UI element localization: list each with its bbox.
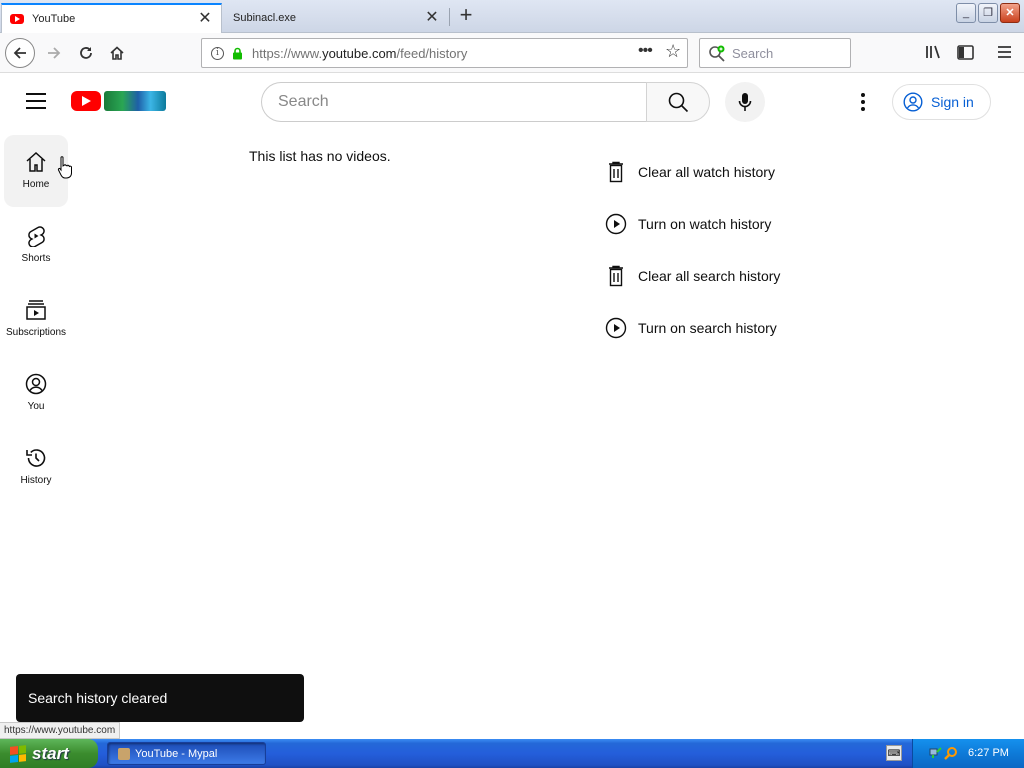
turn-on-watch-history-button[interactable]: Turn on watch history bbox=[604, 210, 771, 238]
youtube-search-box[interactable]: Search bbox=[261, 82, 647, 122]
guide-item-label: History bbox=[20, 475, 52, 486]
clear-watch-history-button[interactable]: Clear all watch history bbox=[604, 158, 775, 186]
url-text[interactable]: https://www.youtube.com/feed/history bbox=[252, 46, 467, 61]
sign-in-label: Sign in bbox=[931, 94, 974, 110]
hand-cursor-icon bbox=[57, 156, 72, 179]
history-icon bbox=[26, 449, 46, 467]
taskbar-window-label: YouTube - Mypal bbox=[135, 747, 218, 760]
tab-label: Subinacl.exe bbox=[233, 12, 296, 24]
search-tray-icon[interactable] bbox=[944, 746, 958, 760]
guide-item-shorts[interactable]: Shorts bbox=[4, 209, 68, 281]
toast-notification: Search history cleared bbox=[16, 674, 304, 722]
mypal-app-icon bbox=[118, 747, 130, 760]
bookmark-star-icon[interactable]: ☆ bbox=[665, 41, 681, 62]
url-domain: youtube.com bbox=[322, 46, 397, 61]
youtube-doodle-logo[interactable] bbox=[104, 91, 166, 111]
reload-icon bbox=[80, 47, 92, 59]
browser-tab-strip: YouTube ✕ Subinacl.exe ✕ + _ ❐ ✕ bbox=[0, 0, 1024, 33]
trash-icon bbox=[609, 265, 623, 287]
guide-item-history[interactable]: History bbox=[4, 431, 68, 503]
settings-kebab-icon[interactable] bbox=[855, 90, 871, 114]
close-tab-icon[interactable]: ✕ bbox=[422, 10, 442, 26]
reload-button[interactable] bbox=[72, 39, 100, 67]
page-actions-more-icon[interactable]: ••• bbox=[638, 42, 653, 60]
url-path: /feed/history bbox=[396, 46, 468, 61]
sidebar-toggle-icon[interactable] bbox=[957, 45, 974, 60]
action-label: Clear all search history bbox=[638, 268, 781, 284]
youtube-logo-icon[interactable] bbox=[71, 91, 101, 111]
sign-in-button[interactable]: Sign in bbox=[892, 84, 991, 120]
guide-item-label: You bbox=[27, 401, 45, 412]
guide-item-subscriptions[interactable]: Subscriptions bbox=[4, 283, 68, 355]
browser-search-bar[interactable]: Search bbox=[699, 38, 851, 68]
home-icon bbox=[26, 151, 46, 172]
start-button[interactable]: start bbox=[0, 739, 98, 768]
search-icon bbox=[668, 92, 689, 113]
window-close-button[interactable]: ✕ bbox=[1000, 3, 1020, 23]
trash-icon bbox=[609, 161, 623, 183]
forward-button[interactable] bbox=[40, 39, 68, 67]
home-icon bbox=[110, 46, 124, 60]
search-engine-icon[interactable] bbox=[708, 45, 726, 63]
url-prefix: https://www. bbox=[252, 46, 323, 61]
network-tray-icon[interactable] bbox=[929, 746, 943, 760]
navigation-toolbar: i https://www.youtube.com/feed/history •… bbox=[0, 33, 1024, 73]
tab-separator bbox=[449, 8, 450, 26]
tab-label: YouTube bbox=[32, 13, 76, 25]
play-circle-icon bbox=[605, 213, 627, 235]
home-button[interactable] bbox=[103, 39, 131, 67]
play-circle-icon bbox=[605, 317, 627, 339]
link-status-text: https://www.youtube.com bbox=[0, 722, 121, 739]
youtube-search-input[interactable]: Search bbox=[278, 93, 329, 111]
youtube-search-button[interactable] bbox=[646, 82, 710, 122]
guide-item-label: Shorts bbox=[21, 253, 51, 264]
guide-item-you[interactable]: You bbox=[4, 357, 68, 429]
account-circle-icon bbox=[903, 92, 923, 112]
clear-search-history-button[interactable]: Clear all search history bbox=[604, 262, 780, 290]
forward-arrow-icon bbox=[48, 47, 61, 59]
start-label: start bbox=[32, 743, 69, 763]
youtube-favicon-icon bbox=[10, 14, 24, 24]
system-tray: 6:27 PM bbox=[912, 739, 1024, 768]
lock-icon[interactable] bbox=[232, 47, 243, 60]
url-bar[interactable]: i https://www.youtube.com/feed/history •… bbox=[201, 38, 688, 68]
taskbar-window-button[interactable]: YouTube - Mypal bbox=[107, 742, 266, 765]
you-icon bbox=[25, 373, 47, 395]
turn-on-search-history-button[interactable]: Turn on search history bbox=[604, 314, 777, 342]
new-tab-plus-icon[interactable]: + bbox=[455, 4, 477, 28]
empty-list-message: This list has no videos. bbox=[249, 148, 391, 164]
tab-subinacl[interactable]: Subinacl.exe ✕ bbox=[224, 3, 448, 33]
keyboard-language-icon[interactable]: ⌨ bbox=[886, 745, 902, 761]
back-arrow-icon bbox=[13, 47, 26, 59]
window-restore-button[interactable]: ❐ bbox=[978, 3, 998, 23]
guide-item-label: Subscriptions bbox=[5, 327, 67, 338]
action-label: Turn on search history bbox=[638, 320, 777, 336]
browser-search-placeholder: Search bbox=[732, 46, 774, 61]
hamburger-menu-icon[interactable] bbox=[997, 45, 1012, 59]
shorts-icon bbox=[28, 226, 45, 247]
library-icon[interactable] bbox=[925, 44, 943, 60]
action-label: Turn on watch history bbox=[638, 216, 772, 232]
guide-menu-icon[interactable] bbox=[26, 93, 46, 109]
tab-youtube[interactable]: YouTube ✕ bbox=[1, 3, 222, 33]
voice-search-button[interactable] bbox=[725, 82, 765, 122]
subscriptions-icon bbox=[26, 300, 46, 320]
microphone-icon bbox=[738, 93, 752, 111]
guide-item-label: Home bbox=[22, 179, 50, 190]
close-tab-icon[interactable]: ✕ bbox=[195, 11, 215, 27]
window-minimize-button[interactable]: _ bbox=[956, 3, 976, 23]
system-clock: 6:27 PM bbox=[968, 747, 1009, 759]
site-info-icon[interactable]: i bbox=[211, 47, 224, 60]
windows-flag-icon bbox=[10, 744, 26, 763]
back-button[interactable] bbox=[5, 38, 35, 68]
action-label: Clear all watch history bbox=[638, 164, 775, 180]
